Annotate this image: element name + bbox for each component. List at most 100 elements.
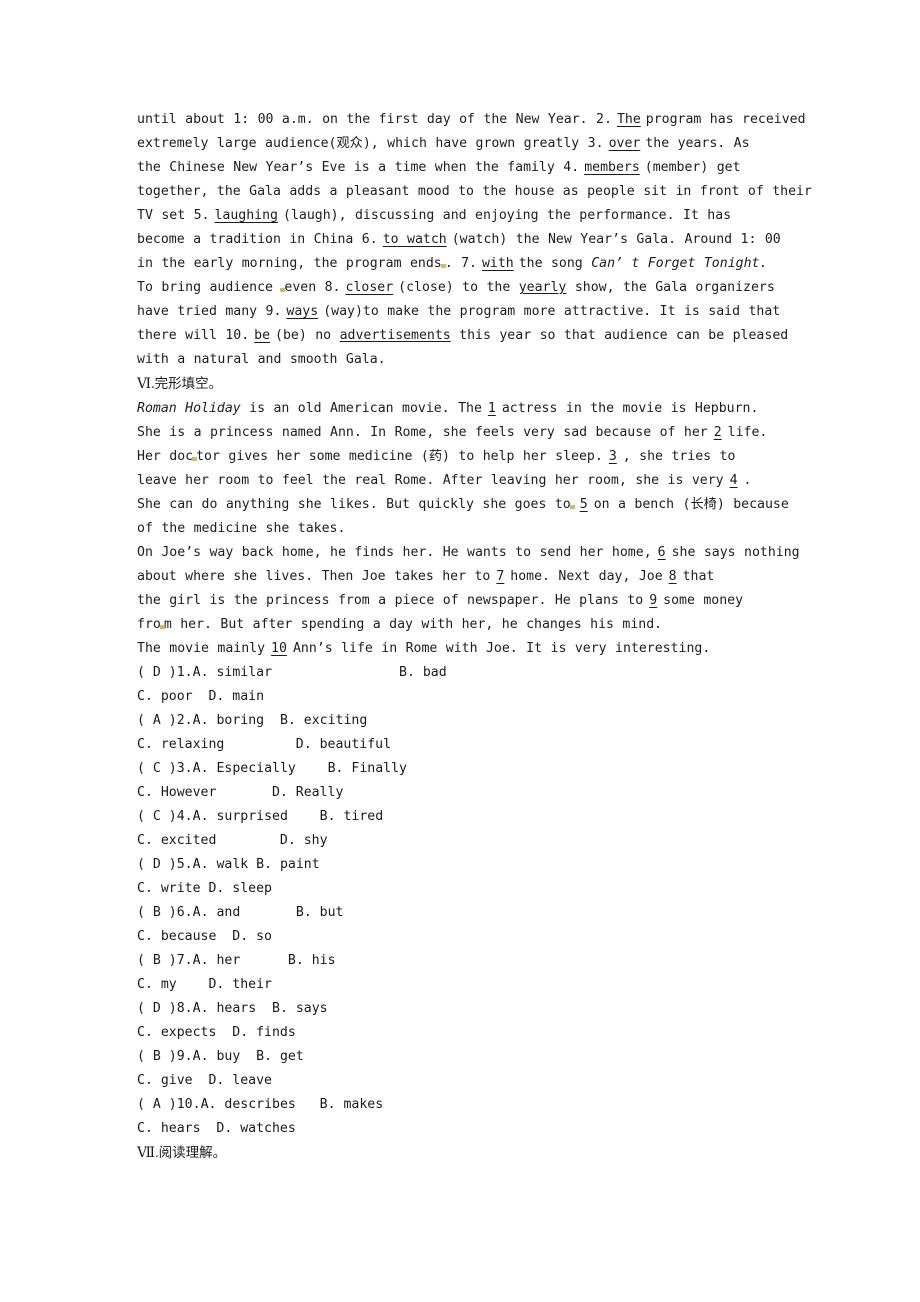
answer-blank-5: laughing	[214, 208, 278, 223]
text-run: m her. But after spending a day with her…	[163, 617, 663, 632]
answer-bracket-open: (	[137, 713, 153, 728]
question-10-answer-line[interactable]: ( A )10.A. describes B. makes	[137, 1093, 847, 1117]
text-run: (be) no	[275, 328, 340, 343]
question-7-options-line-2[interactable]: C. my D. their	[137, 973, 847, 997]
question-2-answer-line[interactable]: ( A )2.A. boring B. exciting	[137, 709, 847, 733]
answer-blank-10: be	[254, 328, 271, 343]
answer-bracket-close: )	[160, 857, 177, 872]
answer-bracket-close: )	[160, 809, 177, 824]
passage-line: there will 10. be (be) no advertisements t…	[137, 324, 847, 348]
passage-line: fro m her. But after spending a day with …	[137, 613, 847, 637]
passage-line: To bring audience even 8. closer (close) t…	[137, 276, 847, 300]
answer-bracket-open: (	[137, 857, 153, 872]
text-run: in the early morning, the program ends	[137, 256, 442, 271]
question-9-answer-line[interactable]: ( B )9.A. buy B. get	[137, 1045, 847, 1069]
text-run: until about 1: 00 a.m. on the first day …	[137, 112, 612, 127]
question-6-answer-line[interactable]: ( B )6.A. and B. but	[137, 901, 847, 925]
question-3-number: 3.	[176, 761, 193, 776]
answer-bracket-close: )	[160, 953, 177, 968]
passage-line: become a tradition in China 6. to watch (w…	[137, 228, 847, 252]
question-10-number: 10.	[176, 1097, 201, 1112]
passage-line: extremely large audience(观众), which have…	[137, 132, 847, 156]
question-5-options-line-2[interactable]: C. write D. sleep	[137, 877, 847, 901]
cloze-blank-10: 10	[271, 641, 287, 656]
question-1-answer: D	[152, 665, 161, 680]
question-6-options-line-2[interactable]: C. because D. so	[137, 925, 847, 949]
text-run: together, the Gala adds a pleasant mood …	[137, 184, 812, 199]
question-6-number: 6.	[176, 905, 193, 920]
question-6-options-line-1: A. and B. but	[192, 905, 344, 920]
grammar-cloze-passage: until about 1: 00 a.m. on the first day …	[137, 108, 847, 372]
text-run: the song	[518, 256, 583, 271]
text-run: home. Next day, Joe	[510, 569, 663, 584]
text-run: the girl is the princess from a piece of…	[137, 593, 644, 608]
text-run: life.	[727, 425, 768, 440]
text-run: tor gives her some medicine (药) to help …	[196, 449, 603, 464]
question-1-options-line-2[interactable]: C. poor D. main	[137, 685, 847, 709]
text-run: some money	[663, 593, 744, 608]
song-title: Can’ t Forget Tonight.	[591, 256, 768, 271]
text-run: become a tradition in China 6.	[137, 232, 378, 247]
text-run: On Joe’s way back home, he finds her. He…	[137, 545, 652, 560]
text-run: program has received	[645, 112, 806, 127]
text-run: is an old American movie. The	[240, 401, 482, 416]
text-run: (member) get	[644, 160, 741, 175]
question-3-answer: C	[152, 761, 161, 776]
passage-line: the girl is the princess from a piece of…	[137, 589, 847, 613]
text-run: fro	[137, 617, 161, 632]
answer-bracket-close: )	[160, 1001, 177, 1016]
text-run: . 7.	[444, 256, 477, 271]
question-1-answer-line[interactable]: ( D )1.A. similar B. bad	[137, 661, 847, 685]
question-8-answer-line[interactable]: ( D )8.A. hears B. says	[137, 997, 847, 1021]
question-2-options-line-2[interactable]: C. relaxing D. beautiful	[137, 733, 847, 757]
passage-line: together, the Gala adds a pleasant mood …	[137, 180, 847, 204]
question-8-options-line-2[interactable]: C. expects D. finds	[137, 1021, 847, 1045]
question-1-number: 1.	[176, 665, 193, 680]
answer-bracket-open: (	[137, 1001, 153, 1016]
section-numeral: Ⅶ.	[137, 1146, 159, 1161]
question-3-options-line-1: A. Especially B. Finally	[192, 761, 407, 776]
text-run: that	[682, 569, 715, 584]
question-1-options-line-1: A. similar B. bad	[192, 665, 447, 680]
question-5-options-line-1: A. walk B. paint	[192, 857, 320, 872]
question-5-answer: D	[152, 857, 161, 872]
answer-bracket-open: (	[137, 1049, 153, 1064]
question-10-options-line-2[interactable]: C. hears D. watches	[137, 1117, 847, 1141]
text-run: about where she lives. Then Joe takes he…	[137, 569, 491, 584]
text-run: of the medicine she takes.	[137, 521, 346, 536]
scan-artifact-speck	[280, 288, 286, 292]
question-4-answer-line[interactable]: ( C )4.A. surprised B. tired	[137, 805, 847, 829]
answer-bracket-open: (	[137, 953, 153, 968]
section-numeral: Ⅵ.	[137, 377, 155, 392]
cloze-blank-2: 2	[713, 425, 722, 440]
passage-line: On Joe’s way back home, he finds her. He…	[137, 541, 847, 565]
answer-blank-2: The	[616, 112, 641, 127]
question-7-answer-line[interactable]: ( B )7.A. her B. his	[137, 949, 847, 973]
answer-bracket-open: (	[137, 665, 153, 680]
question-3-options-line-2[interactable]: C. However D. Really	[137, 781, 847, 805]
worksheet-page: until about 1: 00 a.m. on the first day …	[137, 108, 847, 1166]
answer-bracket-close: )	[160, 905, 177, 920]
answer-bracket-close: )	[160, 761, 177, 776]
section-heading-cloze: Ⅵ.完形填空。	[137, 372, 847, 397]
text-run: extremely large audience(观众), which have…	[137, 136, 604, 151]
cloze-blank-4: 4	[729, 473, 738, 488]
text-run: the years. As	[645, 136, 750, 151]
question-9-answer: B	[152, 1049, 161, 1064]
passage-line: She is a princess named Ann. In Rome, sh…	[137, 421, 847, 445]
question-7-number: 7.	[176, 953, 193, 968]
question-5-answer-line[interactable]: ( D )5.A. walk B. paint	[137, 853, 847, 877]
text-run: The movie mainly	[137, 641, 266, 656]
movie-title: Roman Holiday	[137, 401, 241, 416]
text-run: the Chinese New Year’s Eve is a time whe…	[137, 160, 580, 175]
question-3-answer-line[interactable]: ( C )3.A. Especially B. Finally	[137, 757, 847, 781]
question-4-options-line-2[interactable]: C. excited D. shy	[137, 829, 847, 853]
text-run: TV set 5.	[137, 208, 210, 223]
question-9-options-line-2[interactable]: C. give D. leave	[137, 1069, 847, 1093]
passage-line: TV set 5. laughing (laugh), discussing and…	[137, 204, 847, 228]
answer-blank-7: with	[481, 256, 514, 271]
answer-blank-9: ways	[286, 304, 319, 319]
emphasis-advertisements: advertisements	[339, 328, 451, 343]
question-10-options-line-1: A. describes B. makes	[200, 1097, 384, 1112]
answer-bracket-open: (	[137, 761, 153, 776]
